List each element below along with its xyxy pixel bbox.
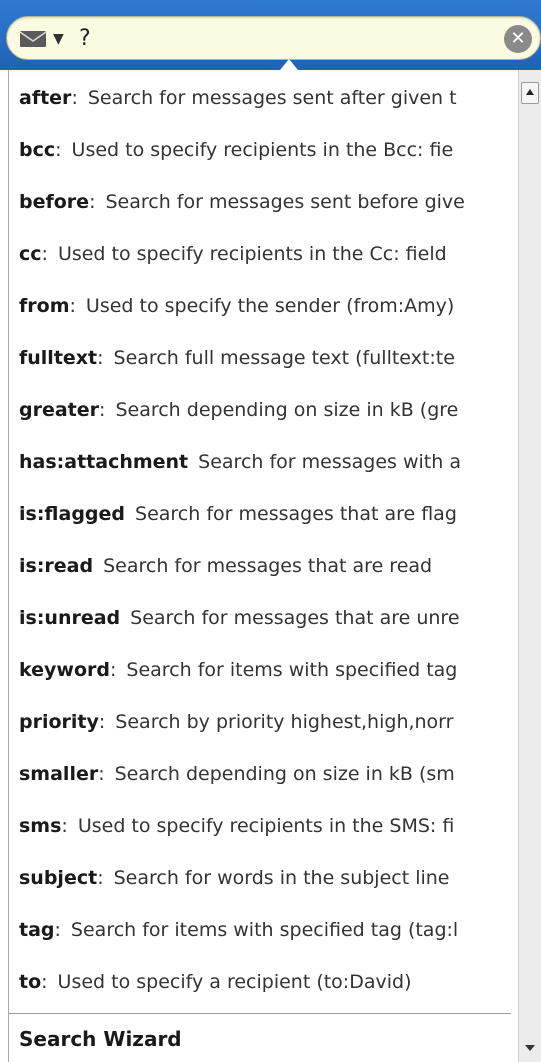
suggestion-colon: : bbox=[98, 763, 105, 785]
suggestion-colon: : bbox=[41, 243, 48, 265]
suggestion-description: Search by priority highest,high,norr bbox=[115, 711, 454, 733]
suggestion-description: Search for messages that are read bbox=[103, 555, 433, 577]
suggestion-item-is-read[interactable]: is:read Search for messages that are read bbox=[9, 540, 511, 592]
suggestion-item-subject[interactable]: subject: Search for words in the subject … bbox=[9, 852, 511, 904]
suggestion-item-sms[interactable]: sms: Used to specify recipients in the SM… bbox=[9, 800, 511, 852]
suggestion-description: Search for items with specified tag bbox=[126, 659, 458, 681]
suggestion-item-from[interactable]: from: Used to specify the sender (from:Am… bbox=[9, 280, 511, 332]
suggestion-description: Used to specify recipients in the Bcc: f… bbox=[71, 139, 454, 161]
suggestion-item-keyword[interactable]: keyword: Search for items with specified … bbox=[9, 644, 511, 696]
suggestion-keyword: is:unread bbox=[19, 607, 121, 629]
suggestion-description: Used to specify recipients in the Cc: fi… bbox=[57, 243, 447, 265]
suggestion-colon: : bbox=[109, 659, 117, 681]
suggestion-keyword: subject bbox=[19, 867, 98, 889]
suggestion-description: Used to specify the sender (from:Amy) bbox=[85, 295, 455, 317]
suggestion-description: Search for messages sent after given t bbox=[87, 87, 457, 109]
suggestion-colon: : bbox=[41, 971, 48, 993]
suggestion-keyword: smaller bbox=[19, 763, 99, 785]
suggestion-item-fulltext[interactable]: fulltext: Search full message text (fullt… bbox=[9, 332, 511, 384]
suggestion-keyword: from bbox=[19, 295, 70, 317]
suggestion-description: Search for messages with a bbox=[198, 451, 461, 473]
suggestion-item-is-unread[interactable]: is:unread Search for messages that are un… bbox=[9, 592, 511, 644]
suggestion-description: Search depending on size in kB (sm bbox=[114, 763, 455, 785]
suggestion-item-after[interactable]: after: Search for messages sent after giv… bbox=[9, 72, 511, 124]
suggestion-colon: : bbox=[97, 867, 104, 889]
suggestion-keyword: bcc bbox=[19, 139, 56, 161]
suggestion-description: Search for messages that are flag bbox=[135, 503, 457, 525]
suggestion-keyword: after bbox=[19, 87, 72, 109]
suggestion-item-smaller[interactable]: smaller: Search depending on size in kB (… bbox=[9, 748, 511, 800]
suggestion-keyword: tag bbox=[19, 919, 55, 941]
suggestion-description: Search for words in the subject line bbox=[113, 867, 450, 889]
suggestion-keyword: priority bbox=[19, 711, 99, 733]
search-wizard-button[interactable]: Search Wizard bbox=[19, 1022, 182, 1056]
suggestion-keyword: to bbox=[19, 971, 42, 993]
suggestion-keyword: fulltext bbox=[19, 347, 98, 369]
suggestion-description: Search for messages that are unre bbox=[130, 607, 460, 629]
suggestion-item-priority[interactable]: priority: Search by priority highest,high… bbox=[9, 696, 511, 748]
suggestion-colon: : bbox=[97, 347, 104, 369]
scroll-up-arrow-icon[interactable] bbox=[521, 82, 539, 104]
suggestion-keyword: before bbox=[19, 191, 90, 213]
dropdown-pointer bbox=[280, 59, 298, 70]
suggestion-description: Search for items with specified tag (tag… bbox=[70, 919, 459, 941]
scrollbar[interactable] bbox=[518, 70, 541, 1062]
suggestion-list: after: Search for messages sent after giv… bbox=[9, 72, 511, 1008]
caret-down-icon[interactable]: ▼ bbox=[53, 28, 64, 50]
suggestion-item-greater[interactable]: greater: Search depending on size in kB (… bbox=[9, 384, 511, 436]
suggestion-item-cc[interactable]: cc: Used to specify recipients in the Cc:… bbox=[9, 228, 511, 280]
suggestion-item-has-attachment[interactable]: has:attachment Search for messages with a bbox=[9, 436, 511, 488]
suggestion-keyword: cc bbox=[19, 243, 42, 265]
divider bbox=[9, 1013, 511, 1014]
envelope-icon[interactable] bbox=[19, 29, 47, 49]
suggestion-keyword: keyword bbox=[19, 659, 110, 681]
scroll-down-arrow-icon[interactable] bbox=[525, 1045, 535, 1051]
suggestion-colon: : bbox=[99, 399, 106, 421]
suggestion-keyword: greater bbox=[19, 399, 100, 421]
search-field[interactable]: ▼ ? ✕ bbox=[6, 16, 541, 60]
suggestion-keyword: is:flagged bbox=[19, 503, 126, 525]
suggestion-item-before[interactable]: before: Search for messages sent before g… bbox=[9, 176, 511, 228]
suggestion-description: Search for messages sent before give bbox=[105, 191, 465, 213]
suggestion-colon: : bbox=[98, 711, 106, 733]
suggestion-item-bcc[interactable]: bcc: Used to specify recipients in the Bc… bbox=[9, 124, 511, 176]
suggestion-colon: : bbox=[71, 87, 78, 109]
suggestion-item-is-flagged[interactable]: is:flagged Search for messages that are f… bbox=[9, 488, 511, 540]
suggestion-item-to[interactable]: to: Used to specify a recipient (to:David… bbox=[9, 956, 511, 1008]
search-suggestions-dropdown: after: Search for messages sent after giv… bbox=[8, 70, 541, 1062]
suggestion-description: Search depending on size in kB (gre bbox=[115, 399, 459, 421]
suggestion-description: Search full message text (fulltext:te bbox=[113, 347, 455, 369]
search-query-text[interactable]: ? bbox=[79, 25, 91, 53]
suggestion-colon: : bbox=[89, 191, 96, 213]
suggestion-keyword: sms bbox=[19, 815, 62, 837]
suggestion-description: Used to specify a recipient (to:David) bbox=[57, 971, 412, 993]
suggestion-colon: : bbox=[54, 919, 61, 941]
suggestion-colon: : bbox=[69, 295, 76, 317]
suggestion-description: Used to specify recipients in the SMS: f… bbox=[77, 815, 455, 837]
suggestion-colon: : bbox=[55, 139, 62, 161]
suggestion-keyword: has:attachment bbox=[19, 451, 189, 473]
suggestion-keyword: is:read bbox=[19, 555, 94, 577]
search-toolbar: ▼ ? ✕ bbox=[0, 0, 541, 70]
suggestion-colon: : bbox=[61, 815, 68, 837]
suggestion-item-tag[interactable]: tag: Search for items with specified tag … bbox=[9, 904, 511, 956]
clear-circle-icon[interactable]: ✕ bbox=[504, 25, 532, 53]
